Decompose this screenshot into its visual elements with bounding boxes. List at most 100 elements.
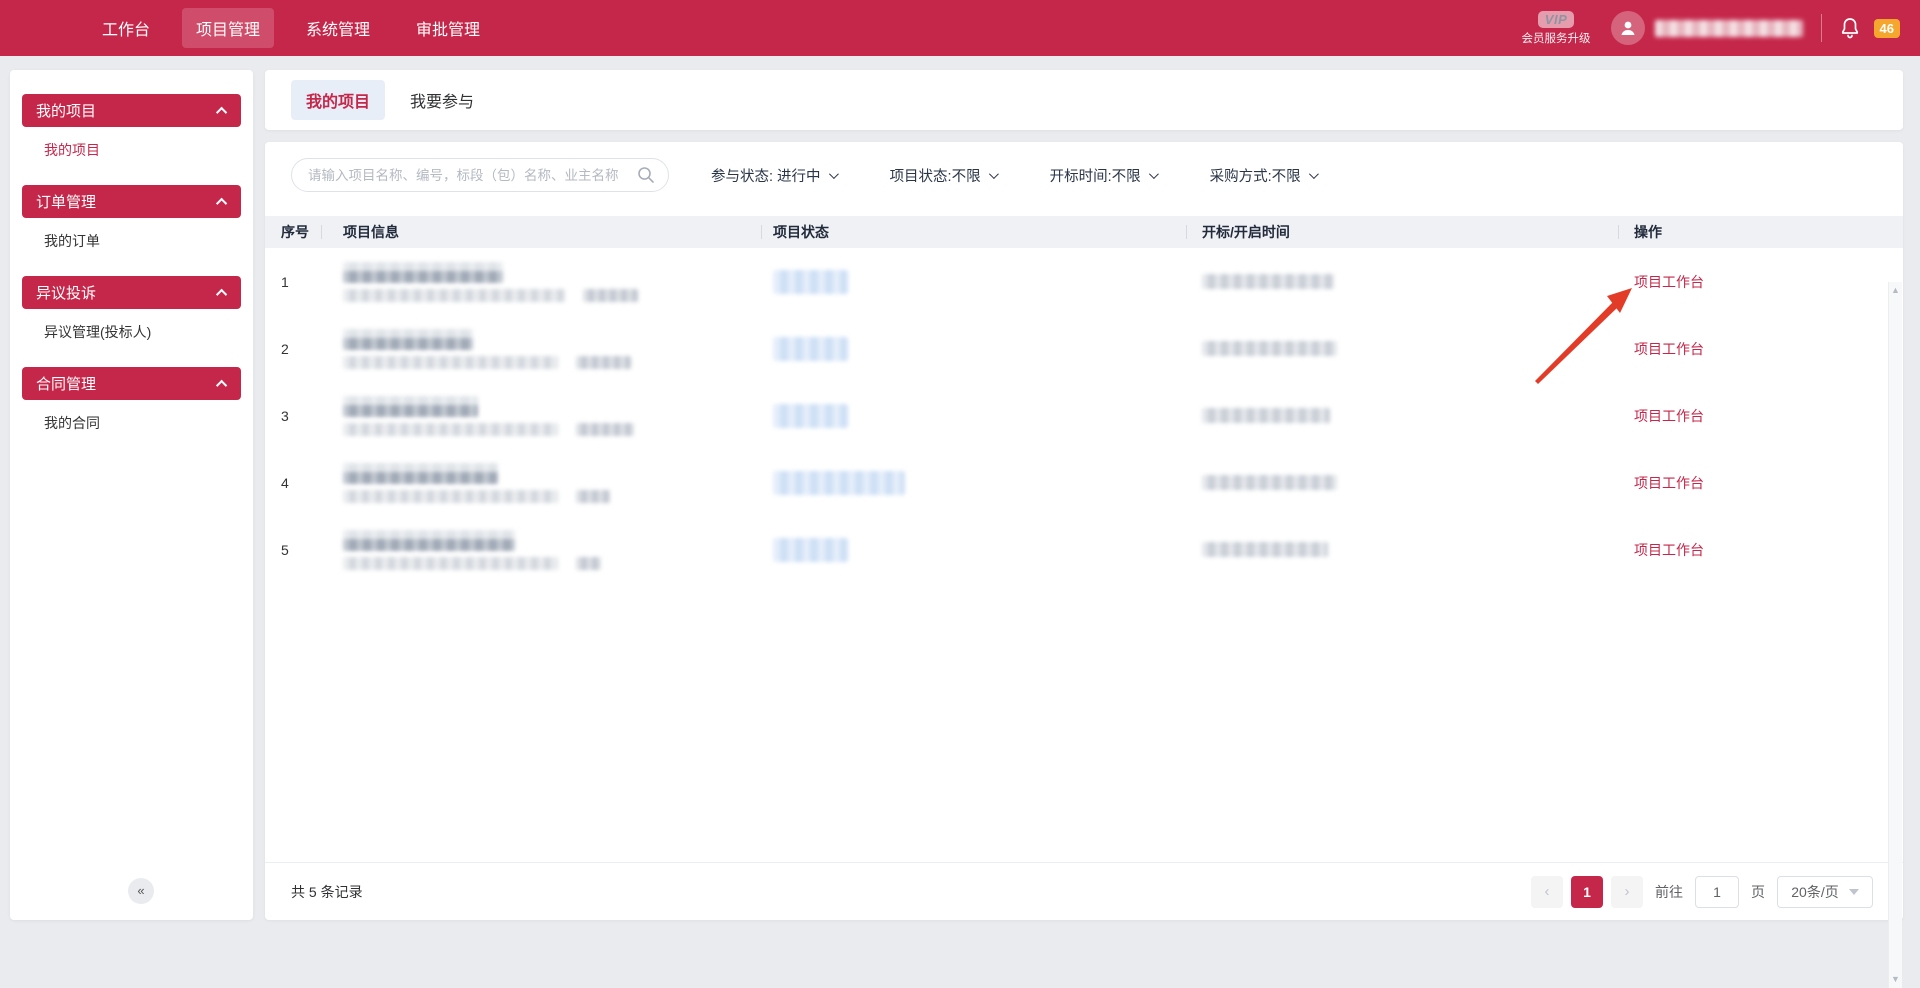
username-redacted bbox=[1655, 20, 1803, 37]
table-row: 3 项目工作台 bbox=[281, 382, 1903, 449]
row-number: 2 bbox=[281, 341, 321, 357]
column-header-project-info: 项目信息 bbox=[321, 216, 761, 248]
row-number: 1 bbox=[281, 274, 321, 290]
current-page-button[interactable]: 1 bbox=[1571, 876, 1603, 908]
filter-label: 采购方式:不限 bbox=[1210, 165, 1301, 186]
row-number: 3 bbox=[281, 408, 321, 424]
tab-want-to-participate[interactable]: 我要参与 bbox=[395, 80, 489, 120]
vip-upgrade[interactable]: VIP 会员服务升级 bbox=[1522, 11, 1591, 46]
chevron-down-icon bbox=[1309, 169, 1319, 179]
column-header-action: 操作 bbox=[1618, 216, 1903, 248]
notification-bell-icon[interactable] bbox=[1840, 17, 1860, 39]
search-input[interactable] bbox=[291, 158, 669, 192]
sidebar-item-objection-management[interactable]: 异议管理(投标人) bbox=[10, 309, 253, 355]
opening-time-redacted bbox=[1186, 408, 1618, 423]
nav-item-approval-management[interactable]: 审批管理 bbox=[402, 8, 494, 48]
sidebar-collapse-button[interactable]: « bbox=[128, 878, 154, 904]
sidebar-item-my-projects[interactable]: 我的项目 bbox=[10, 127, 253, 173]
section-title: 我的项目 bbox=[36, 100, 96, 121]
sidebar-section-objection-complaint[interactable]: 异议投诉 bbox=[22, 276, 241, 309]
opening-time-redacted bbox=[1186, 341, 1618, 356]
sidebar-item-my-contracts[interactable]: 我的合同 bbox=[10, 400, 253, 446]
page-size-select[interactable]: 20条/页 bbox=[1777, 876, 1873, 908]
caret-down-icon bbox=[1849, 889, 1859, 895]
nav-item-system-management[interactable]: 系统管理 bbox=[292, 8, 384, 48]
notification-count-badge[interactable]: 46 bbox=[1874, 19, 1900, 38]
filter-procurement-method[interactable]: 采购方式:不限 bbox=[1210, 165, 1316, 186]
project-info-redacted bbox=[321, 262, 761, 302]
opening-time-redacted bbox=[1186, 274, 1618, 289]
scroll-up-icon[interactable]: ▲ bbox=[1891, 286, 1900, 295]
column-header-project-status: 项目状态 bbox=[761, 216, 1186, 248]
table-row: 2 项目工作台 bbox=[281, 315, 1903, 382]
project-info-redacted bbox=[321, 530, 761, 570]
toolbar: 参与状态: 进行中 项目状态:不限 开标时间:不限 采购方式:不限 bbox=[265, 142, 1903, 206]
navbar-divider bbox=[1821, 14, 1822, 42]
filter-project-status[interactable]: 项目状态:不限 bbox=[890, 165, 996, 186]
sidebar-section-my-projects[interactable]: 我的项目 bbox=[22, 94, 241, 127]
tabs-bar: 我的项目 我要参与 bbox=[265, 70, 1903, 130]
filter-label: 参与状态: 进行中 bbox=[711, 165, 821, 186]
filter-label: 开标时间:不限 bbox=[1050, 165, 1141, 186]
prev-page-button[interactable]: ‹ bbox=[1531, 876, 1563, 908]
table-row: 5 项目工作台 bbox=[281, 516, 1903, 583]
project-workspace-link[interactable]: 项目工作台 bbox=[1634, 473, 1704, 493]
pagination: ‹ 1 › 前往 页 20条/页 bbox=[1531, 876, 1873, 908]
table-footer: 共 5 条记录 ‹ 1 › 前往 页 20条/页 bbox=[265, 862, 1903, 920]
nav-item-workbench[interactable]: 工作台 bbox=[88, 8, 164, 48]
project-workspace-link[interactable]: 项目工作台 bbox=[1634, 272, 1704, 292]
avatar bbox=[1611, 11, 1645, 45]
goto-page-input[interactable] bbox=[1695, 876, 1739, 908]
vip-caption: 会员服务升级 bbox=[1522, 30, 1591, 46]
row-number: 4 bbox=[281, 475, 321, 491]
scroll-down-icon[interactable]: ▼ bbox=[1891, 975, 1900, 984]
project-workspace-link[interactable]: 项目工作台 bbox=[1634, 339, 1704, 359]
chevron-up-icon bbox=[216, 379, 227, 390]
next-page-button[interactable]: › bbox=[1611, 876, 1643, 908]
page: 工作台 项目管理 系统管理 审批管理 VIP 会员服务升级 bbox=[0, 0, 1920, 930]
section-title: 合同管理 bbox=[36, 373, 96, 394]
tab-my-projects[interactable]: 我的项目 bbox=[291, 80, 385, 120]
vip-icon: VIP bbox=[1538, 11, 1574, 28]
project-status-redacted bbox=[761, 337, 1186, 361]
row-number: 5 bbox=[281, 542, 321, 558]
filter-bar: 参与状态: 进行中 项目状态:不限 开标时间:不限 采购方式:不限 bbox=[711, 165, 1316, 186]
project-info-redacted bbox=[321, 396, 761, 436]
sidebar: 我的项目 我的项目 订单管理 我的订单 异议投诉 异议管理(投标人) 合同管理 … bbox=[10, 70, 253, 920]
table-body: 1 项目工作台 2 项目 bbox=[265, 248, 1903, 583]
section-title: 订单管理 bbox=[36, 191, 96, 212]
chevron-up-icon bbox=[216, 106, 227, 117]
project-list-card: 参与状态: 进行中 项目状态:不限 开标时间:不限 采购方式:不限 bbox=[265, 142, 1903, 920]
project-status-redacted bbox=[761, 270, 1186, 294]
table-row: 4 项目工作台 bbox=[281, 449, 1903, 516]
user-menu[interactable] bbox=[1611, 11, 1803, 45]
column-header-opening-time: 开标/开启时间 bbox=[1186, 216, 1618, 248]
search-icon[interactable] bbox=[637, 166, 655, 189]
opening-time-redacted bbox=[1186, 542, 1618, 557]
filter-bid-opening-time[interactable]: 开标时间:不限 bbox=[1050, 165, 1156, 186]
project-workspace-link[interactable]: 项目工作台 bbox=[1634, 540, 1704, 560]
page-size-value: 20条/页 bbox=[1791, 882, 1838, 902]
opening-time-redacted bbox=[1186, 475, 1618, 490]
sidebar-section-contract-management[interactable]: 合同管理 bbox=[22, 367, 241, 400]
scrollbar[interactable]: ▲ ▼ bbox=[1888, 282, 1902, 988]
chevron-up-icon bbox=[216, 197, 227, 208]
project-status-redacted bbox=[761, 404, 1186, 428]
person-icon bbox=[1618, 18, 1638, 38]
project-workspace-link[interactable]: 项目工作台 bbox=[1634, 406, 1704, 426]
nav-item-project-management[interactable]: 项目管理 bbox=[182, 8, 274, 48]
chevron-down-icon bbox=[1149, 169, 1159, 179]
chevron-down-icon bbox=[989, 169, 999, 179]
filter-participation-status[interactable]: 参与状态: 进行中 bbox=[711, 165, 836, 186]
table-header: 序号 项目信息 项目状态 开标/开启时间 操作 bbox=[265, 216, 1903, 248]
filter-label: 项目状态:不限 bbox=[890, 165, 981, 186]
sidebar-section-order-management[interactable]: 订单管理 bbox=[22, 185, 241, 218]
page-label: 页 bbox=[1751, 882, 1765, 902]
project-status-redacted bbox=[761, 471, 1186, 495]
sidebar-item-my-orders[interactable]: 我的订单 bbox=[10, 218, 253, 264]
table-row: 1 项目工作台 bbox=[281, 248, 1903, 315]
total-records: 共 5 条记录 bbox=[291, 882, 363, 902]
project-info-redacted bbox=[321, 463, 761, 503]
goto-label: 前往 bbox=[1655, 882, 1683, 902]
top-navbar: 工作台 项目管理 系统管理 审批管理 VIP 会员服务升级 bbox=[0, 0, 1920, 56]
